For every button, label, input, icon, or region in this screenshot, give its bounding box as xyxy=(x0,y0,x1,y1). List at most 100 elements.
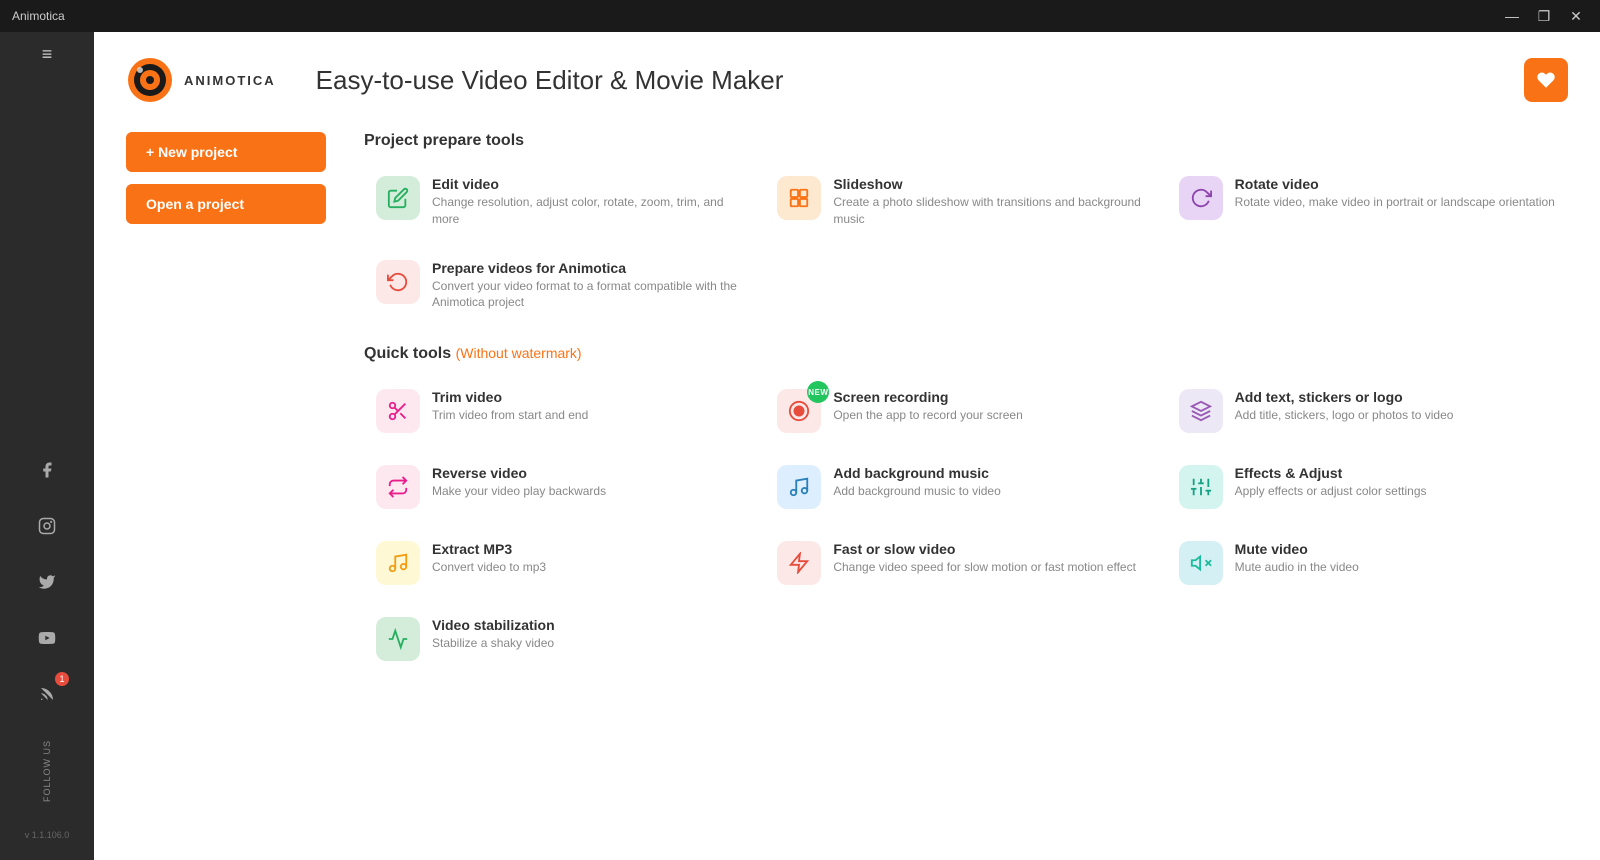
page-title: Easy-to-use Video Editor & Movie Maker xyxy=(316,65,784,96)
add-background-music-icon xyxy=(777,465,821,509)
effects-adjust-text: Effects & Adjust Apply effects or adjust… xyxy=(1235,465,1427,500)
window-controls: — ❐ ✕ xyxy=(1500,4,1588,28)
feedback-button[interactable] xyxy=(1524,58,1568,102)
video-stabilization-title: Video stabilization xyxy=(432,617,555,633)
app-title: Animotica xyxy=(12,9,65,23)
rotate-video-icon xyxy=(1179,176,1223,220)
mute-video-text: Mute video Mute audio in the video xyxy=(1235,541,1359,576)
minimize-button[interactable]: — xyxy=(1500,4,1524,28)
prepare-videos-text: Prepare videos for Animotica Convert you… xyxy=(432,260,753,312)
maximize-button[interactable]: ❐ xyxy=(1532,4,1556,28)
trim-video-icon xyxy=(376,389,420,433)
project-tools-title: Project prepare tools xyxy=(364,132,1568,150)
add-background-music-title: Add background music xyxy=(833,465,1000,481)
reverse-video-title: Reverse video xyxy=(432,465,606,481)
quick-tools-section: Quick tools (Without watermark) xyxy=(364,345,1568,671)
project-buttons: + New project Open a project xyxy=(126,132,340,224)
tool-prepare-videos[interactable]: Prepare videos for Animotica Convert you… xyxy=(364,250,765,322)
title-bar: Animotica — ❐ ✕ xyxy=(0,0,1600,32)
prepare-videos-title: Prepare videos for Animotica xyxy=(432,260,753,276)
tool-effects-adjust[interactable]: Effects & Adjust Apply effects or adjust… xyxy=(1167,455,1568,519)
follow-us-label: FOLLOW US xyxy=(42,740,52,802)
version-label: v 1.1.106.0 xyxy=(25,830,70,840)
main-content: ANIMOTICA Easy-to-use Video Editor & Mov… xyxy=(94,32,1600,860)
menu-button[interactable]: ≡ xyxy=(42,44,53,65)
effects-adjust-title: Effects & Adjust xyxy=(1235,465,1427,481)
slideshow-title: Slideshow xyxy=(833,176,1154,192)
reverse-video-text: Reverse video Make your video play backw… xyxy=(432,465,606,500)
quick-tools-title: Quick tools (Without watermark) xyxy=(364,345,1568,363)
fast-slow-video-icon xyxy=(777,541,821,585)
video-stabilization-icon xyxy=(376,617,420,661)
watermark-note: (Without watermark) xyxy=(456,345,582,361)
rss-icon[interactable]: 1 xyxy=(29,676,65,712)
animotica-logo xyxy=(126,56,174,104)
app-body: ≡ xyxy=(0,32,1600,860)
rotate-video-desc: Rotate video, make video in portrait or … xyxy=(1235,194,1555,211)
add-text-title: Add text, stickers or logo xyxy=(1235,389,1454,405)
tool-rotate-video[interactable]: Rotate video Rotate video, make video in… xyxy=(1167,166,1568,238)
extract-mp3-icon xyxy=(376,541,420,585)
mute-video-desc: Mute audio in the video xyxy=(1235,559,1359,576)
trim-video-text: Trim video Trim video from start and end xyxy=(432,389,588,424)
edit-video-text: Edit video Change resolution, adjust col… xyxy=(432,176,753,228)
slideshow-icon xyxy=(777,176,821,220)
new-project-button[interactable]: + New project xyxy=(126,132,326,172)
project-tools-grid: Edit video Change resolution, adjust col… xyxy=(364,166,1568,321)
trim-video-desc: Trim video from start and end xyxy=(432,407,588,424)
close-button[interactable]: ✕ xyxy=(1564,4,1588,28)
screen-recording-text: Screen recording Open the app to record … xyxy=(833,389,1022,424)
logo-area: ANIMOTICA xyxy=(126,56,276,104)
tool-trim-video[interactable]: Trim video Trim video from start and end xyxy=(364,379,765,443)
tool-edit-video[interactable]: Edit video Change resolution, adjust col… xyxy=(364,166,765,238)
slideshow-text: Slideshow Create a photo slideshow with … xyxy=(833,176,1154,228)
main-layout: + New project Open a project Project pre… xyxy=(126,132,1568,695)
video-stabilization-desc: Stabilize a shaky video xyxy=(432,635,555,652)
prepare-videos-icon xyxy=(376,260,420,304)
tool-add-text[interactable]: Add text, stickers or logo Add title, st… xyxy=(1167,379,1568,443)
add-background-music-text: Add background music Add background musi… xyxy=(833,465,1000,500)
tool-mute-video[interactable]: Mute video Mute audio in the video xyxy=(1167,531,1568,595)
effects-adjust-icon xyxy=(1179,465,1223,509)
rotate-video-title: Rotate video xyxy=(1235,176,1555,192)
edit-video-title: Edit video xyxy=(432,176,753,192)
extract-mp3-text: Extract MP3 Convert video to mp3 xyxy=(432,541,546,576)
effects-adjust-desc: Apply effects or adjust color settings xyxy=(1235,483,1427,500)
trim-video-title: Trim video xyxy=(432,389,588,405)
screen-recording-icon: NEW xyxy=(777,389,821,433)
screen-recording-desc: Open the app to record your screen xyxy=(833,407,1022,424)
content-header: ANIMOTICA Easy-to-use Video Editor & Mov… xyxy=(126,56,1568,104)
extract-mp3-title: Extract MP3 xyxy=(432,541,546,557)
twitter-icon[interactable] xyxy=(29,564,65,600)
facebook-icon[interactable] xyxy=(29,452,65,488)
tool-screen-recording[interactable]: NEW Screen recording Open the app to rec… xyxy=(765,379,1166,443)
rss-badge: 1 xyxy=(55,672,69,686)
mute-video-title: Mute video xyxy=(1235,541,1359,557)
open-project-button[interactable]: Open a project xyxy=(126,184,326,224)
fast-slow-video-text: Fast or slow video Change video speed fo… xyxy=(833,541,1136,576)
add-background-music-desc: Add background music to video xyxy=(833,483,1000,500)
edit-video-icon xyxy=(376,176,420,220)
fast-slow-video-title: Fast or slow video xyxy=(833,541,1136,557)
add-text-text: Add text, stickers or logo Add title, st… xyxy=(1235,389,1454,424)
sidebar: ≡ xyxy=(0,32,94,860)
tool-video-stabilization[interactable]: Video stabilization Stabilize a shaky vi… xyxy=(364,607,765,671)
tool-add-background-music[interactable]: Add background music Add background musi… xyxy=(765,455,1166,519)
project-tools-section: Project prepare tools Edit vid xyxy=(364,132,1568,321)
add-text-icon xyxy=(1179,389,1223,433)
prepare-videos-desc: Convert your video format to a format co… xyxy=(432,278,753,312)
social-links: 1 FOLLOW US v 1.1.106.0 xyxy=(25,452,70,848)
youtube-icon[interactable] xyxy=(29,620,65,656)
reverse-video-icon xyxy=(376,465,420,509)
tool-reverse-video[interactable]: Reverse video Make your video play backw… xyxy=(364,455,765,519)
add-text-desc: Add title, stickers, logo or photos to v… xyxy=(1235,407,1454,424)
tool-extract-mp3[interactable]: Extract MP3 Convert video to mp3 xyxy=(364,531,765,595)
tool-fast-slow-video[interactable]: Fast or slow video Change video speed fo… xyxy=(765,531,1166,595)
tool-slideshow[interactable]: Slideshow Create a photo slideshow with … xyxy=(765,166,1166,238)
reverse-video-desc: Make your video play backwards xyxy=(432,483,606,500)
video-stabilization-text: Video stabilization Stabilize a shaky vi… xyxy=(432,617,555,652)
slideshow-desc: Create a photo slideshow with transition… xyxy=(833,194,1154,228)
rotate-video-text: Rotate video Rotate video, make video in… xyxy=(1235,176,1555,211)
new-badge: NEW xyxy=(807,381,829,403)
instagram-icon[interactable] xyxy=(29,508,65,544)
